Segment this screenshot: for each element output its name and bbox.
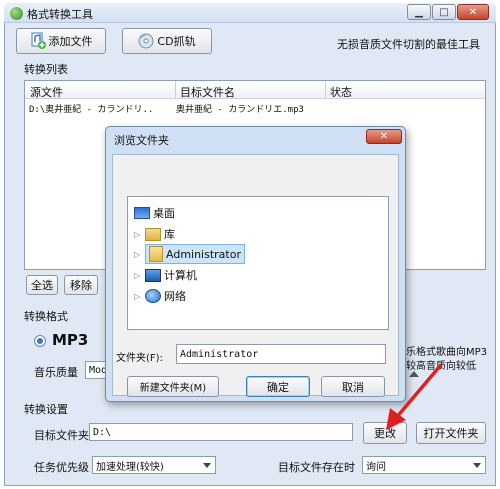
maximize-button[interactable]: □	[432, 4, 456, 20]
window-title: 格式转换工具	[27, 8, 93, 21]
convert-list-title: 转换列表	[24, 63, 68, 76]
column-header-target[interactable]: 目标文件名	[180, 84, 235, 100]
chevron-down-icon	[473, 463, 481, 468]
expand-arrow-icon: ▷	[134, 270, 141, 280]
expand-arrow-icon: ▷	[134, 229, 141, 239]
tree-item-desktop[interactable]: 桌面	[134, 205, 175, 221]
row-source: D:\奥井亜紀 - カランドリ..	[29, 105, 154, 115]
select-all-button[interactable]: 全选	[26, 275, 58, 295]
tree-item-label: 网络	[164, 290, 186, 303]
computer-icon	[145, 268, 161, 282]
column-divider	[175, 81, 176, 99]
remove-button[interactable]: 移除	[64, 275, 98, 295]
tree-item-computer[interactable]: ▷ 计算机	[134, 267, 197, 283]
row-target: 奥井亜紀 - カランドリエ.mp3	[176, 105, 304, 115]
tree-item-library[interactable]: ▷ 库	[134, 226, 175, 242]
library-icon	[145, 227, 161, 241]
cancel-button[interactable]: 取消	[321, 376, 385, 397]
tree-item-administrator[interactable]: ▷ Administrator	[134, 244, 245, 264]
slogan: 无损音质文件切割的最佳工具	[337, 38, 480, 51]
folder-input[interactable]: Administrator	[176, 344, 386, 364]
cd-icon	[138, 33, 154, 49]
column-header-status[interactable]: 状态	[330, 84, 352, 100]
tree-item-label: Administrator	[166, 247, 241, 261]
cd-rip-label: CD抓轨	[157, 35, 196, 48]
format-title: 转换格式	[24, 310, 68, 323]
table-row[interactable]: D:\奥井亜紀 - カランドリ.. 奥井亜紀 - カランドリエ.mp3	[25, 101, 485, 117]
priority-value: 加速处理(较快)	[96, 461, 164, 473]
exists-value: 询问	[366, 461, 386, 473]
list-header	[25, 81, 485, 99]
add-file-button[interactable]: 添加文件	[16, 28, 106, 54]
add-file-icon	[30, 32, 46, 50]
dialog-title: 浏览文件夹	[114, 134, 169, 147]
desktop-icon	[134, 207, 150, 219]
mp3-radio[interactable]	[34, 335, 46, 347]
new-folder-button[interactable]: 新建文件夹(M)	[127, 376, 219, 397]
ok-button[interactable]: 确定	[246, 376, 310, 397]
user-folder-icon	[149, 246, 163, 262]
ok-label: 确定	[267, 380, 289, 394]
target-folder-value: D:\	[93, 426, 112, 438]
cancel-label: 取消	[342, 380, 364, 394]
exists-select[interactable]: 询问	[362, 456, 486, 474]
minimize-button[interactable]: ▁	[407, 4, 431, 20]
format-description-line-1: 乐格式歌曲向MP3	[406, 347, 488, 358]
priority-select[interactable]: 加速处理(较快)	[92, 456, 216, 474]
selected-highlight: Administrator	[145, 244, 245, 264]
network-icon	[145, 289, 161, 303]
remove-label: 移除	[70, 279, 92, 292]
tree-item-label: 计算机	[164, 269, 197, 282]
cd-rip-button[interactable]: CD抓轨	[122, 28, 212, 54]
folder-tree[interactable]: 桌面 ▷ 库 ▷ Administrator ▷ 计算机 ▷ 网络	[127, 196, 389, 330]
annotation-arrow-icon	[386, 364, 442, 430]
mp3-label: MP3	[52, 331, 89, 349]
new-folder-label: 新建文件夹(M)	[139, 383, 207, 394]
tree-item-label: 库	[164, 228, 175, 241]
quality-label: 音乐质量	[34, 366, 78, 379]
close-button[interactable]: ✕	[457, 4, 489, 20]
settings-title: 转换设置	[24, 403, 68, 416]
select-all-label: 全选	[31, 279, 53, 292]
tree-item-network[interactable]: ▷ 网络	[134, 288, 186, 304]
add-file-label: 添加文件	[48, 35, 93, 48]
exists-label: 目标文件存在时	[278, 461, 355, 474]
tree-item-label: 桌面	[153, 207, 175, 220]
column-divider	[325, 81, 326, 99]
priority-label: 任务优先级	[34, 461, 89, 474]
target-folder-label: 目标文件夹	[34, 429, 89, 442]
dialog-close-button[interactable]: ✕	[366, 129, 402, 144]
folder-label: 文件夹(F):	[116, 353, 163, 364]
column-header-source[interactable]: 源文件	[30, 84, 63, 100]
target-folder-input[interactable]: D:\	[89, 423, 353, 441]
chevron-down-icon	[203, 463, 211, 468]
expand-arrow-icon: ▷	[134, 291, 141, 301]
folder-value: Administrator	[180, 348, 259, 360]
expand-arrow-icon: ▷	[134, 249, 141, 259]
app-icon	[10, 7, 23, 20]
